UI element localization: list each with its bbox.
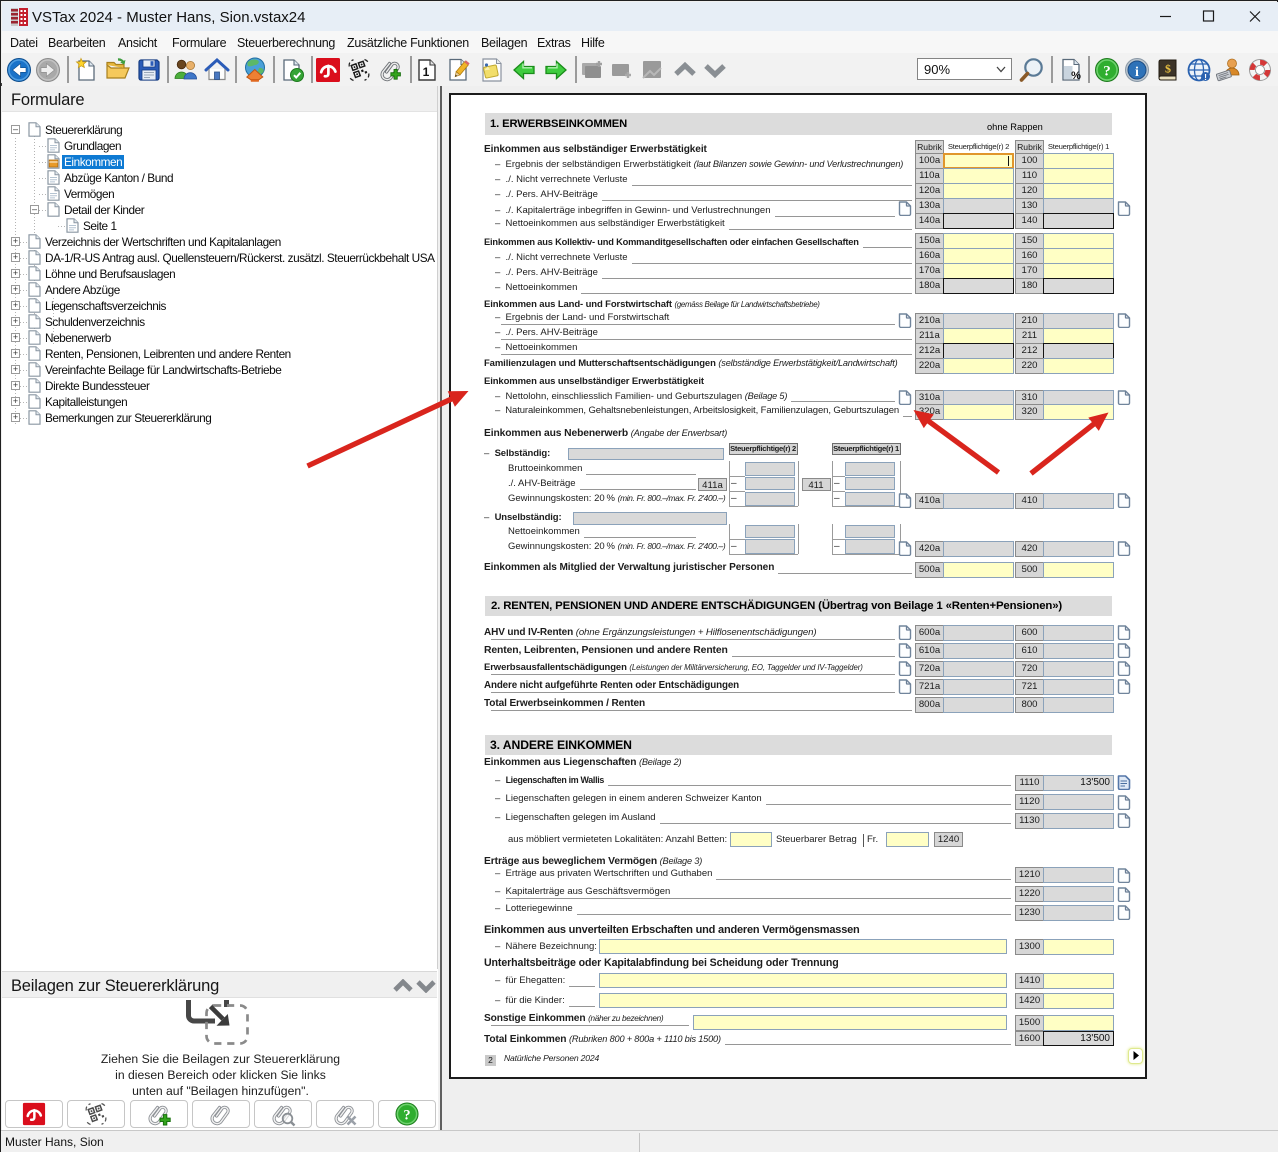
- svg-text:1: 1: [423, 65, 430, 79]
- svg-text:?: ?: [403, 1107, 410, 1123]
- svg-text:!: !: [1204, 72, 1207, 82]
- svg-text:?: ?: [1103, 64, 1111, 80]
- svg-text:%: %: [1071, 70, 1081, 82]
- svg-text:i: i: [1135, 65, 1139, 80]
- svg-text:$: $: [1165, 62, 1171, 76]
